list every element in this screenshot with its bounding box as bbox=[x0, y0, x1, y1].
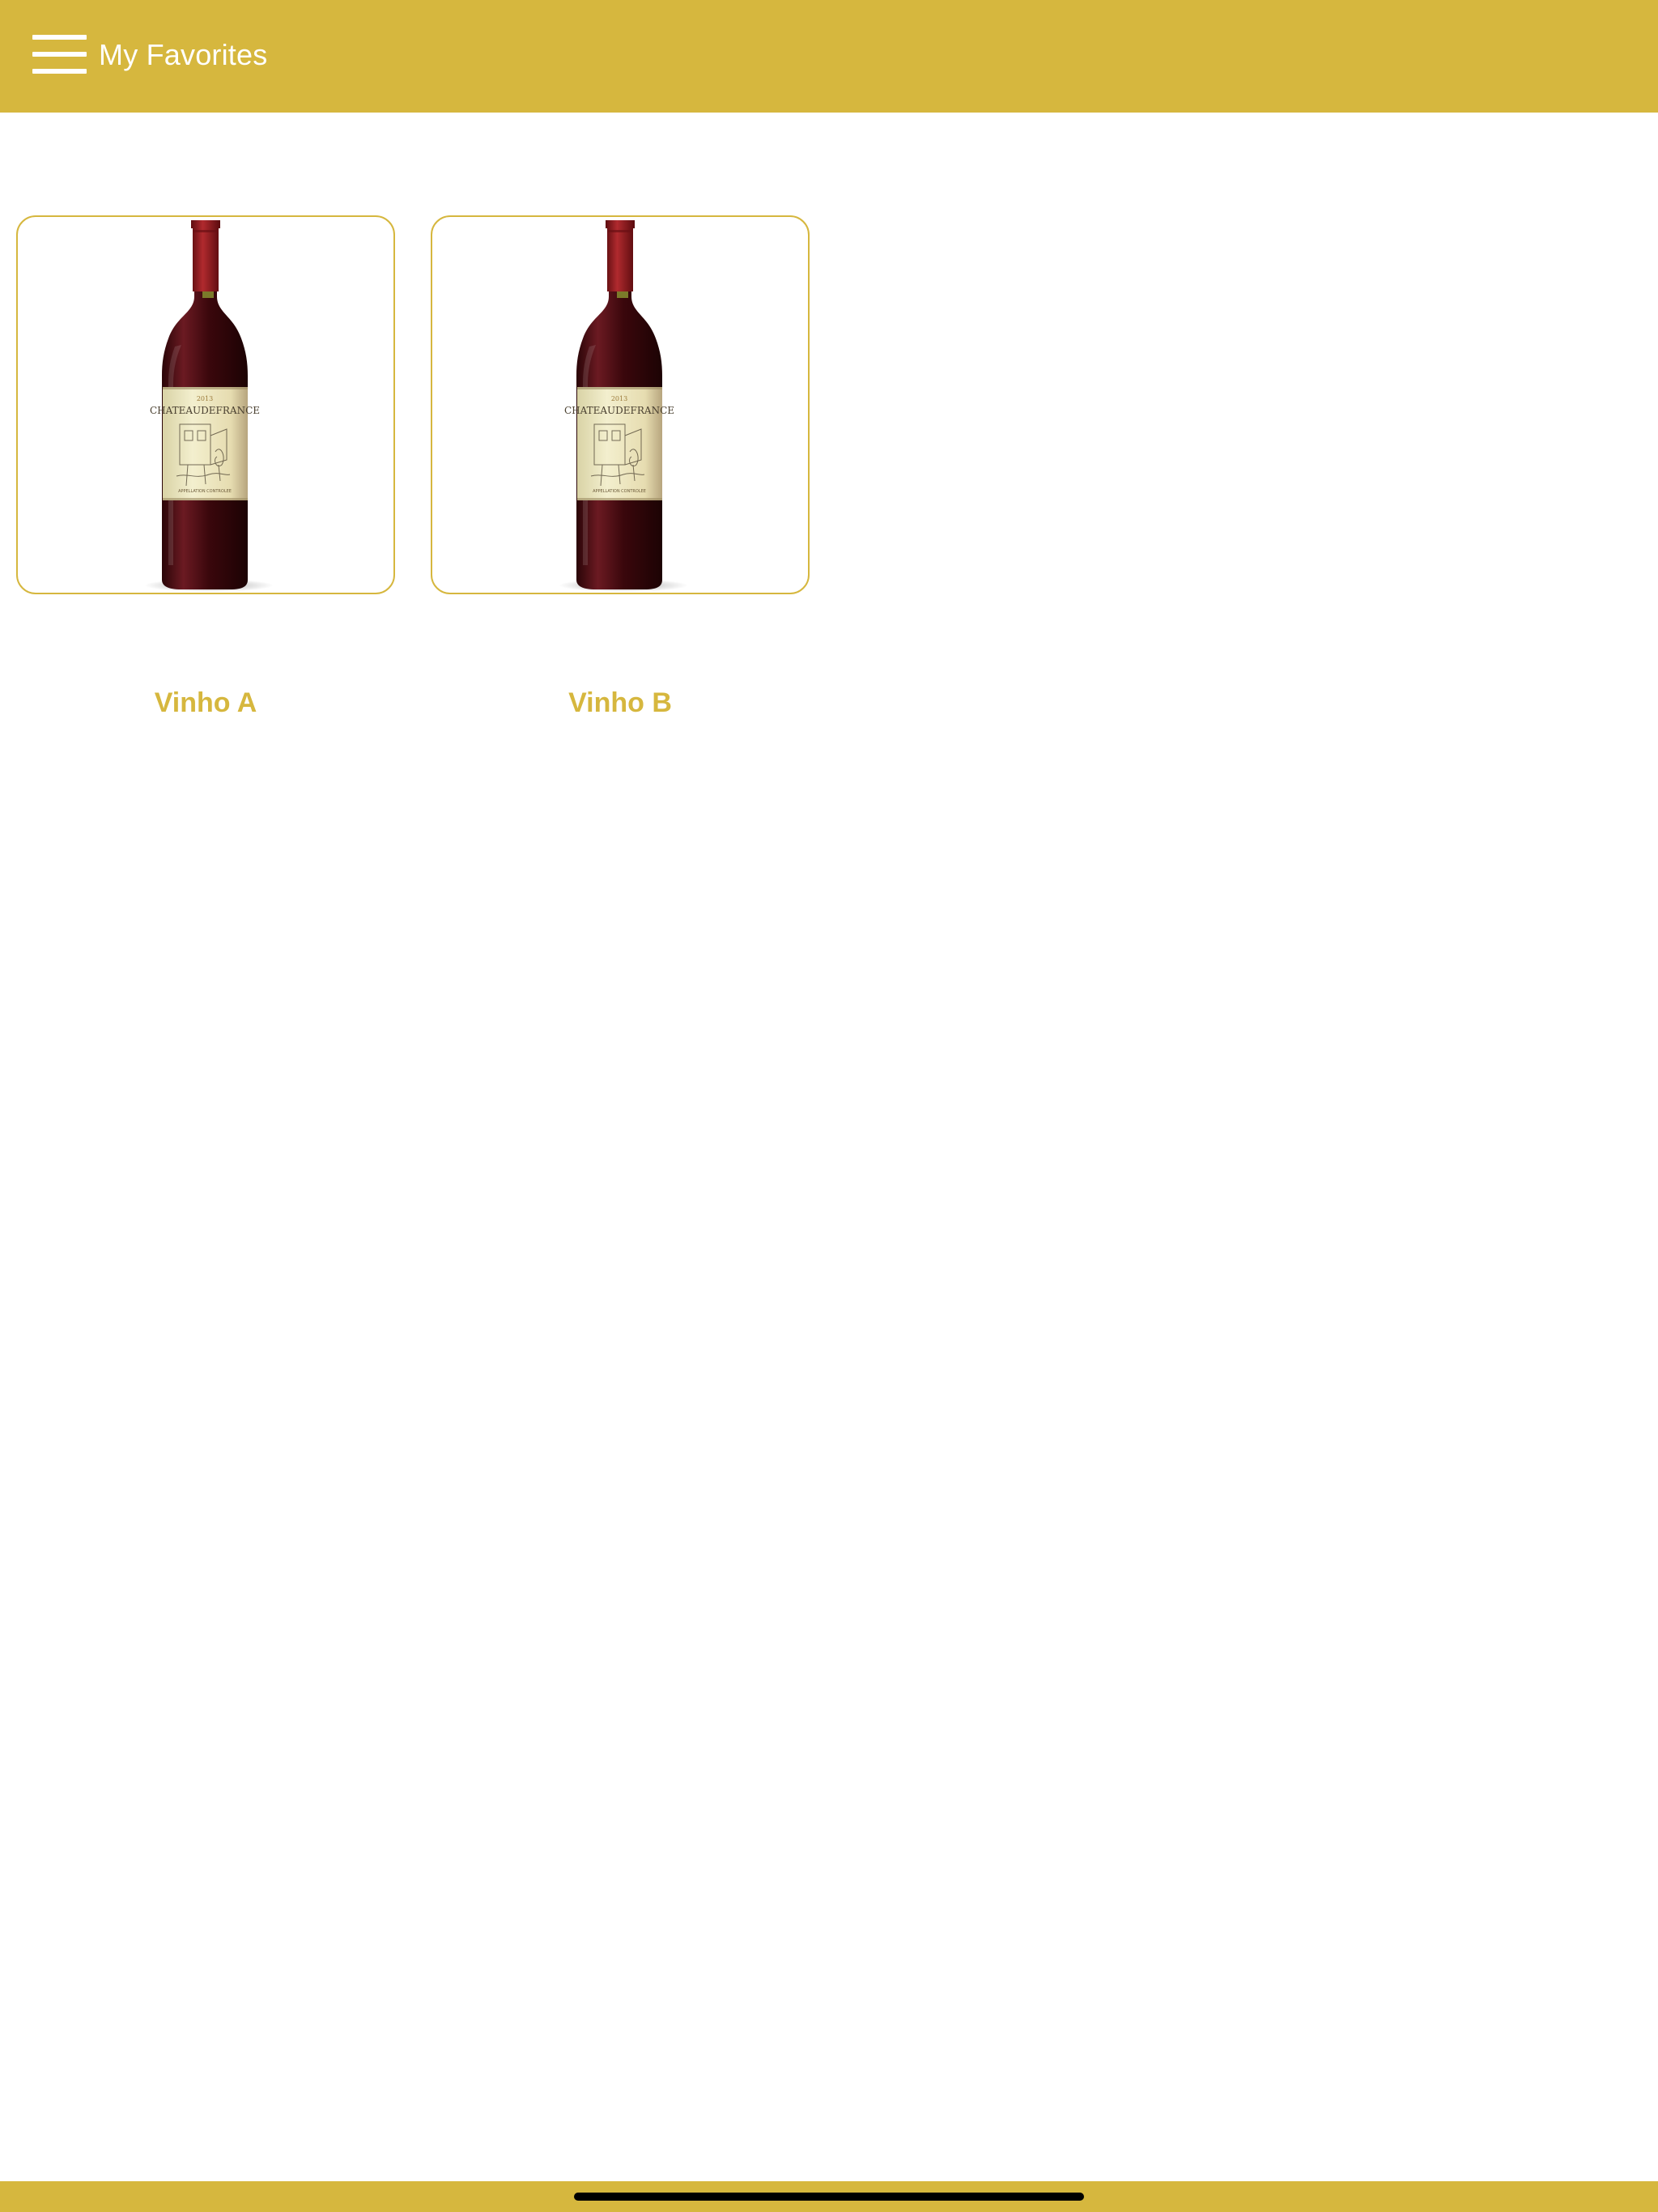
favorites-screen: My Favorites 2013 CHATEAUDEFRANCE APPELL… bbox=[0, 0, 1658, 2212]
svg-text:2013: 2013 bbox=[611, 395, 627, 402]
bottle-label-text: CHATEAUDEFRANCE bbox=[150, 405, 260, 416]
wine-bottle-image: 2013 CHATEAUDEFRANCE APPELLATION CONTROL… bbox=[144, 220, 274, 592]
bottle-label-text: CHATEAUDEFRANCE bbox=[564, 405, 674, 416]
favorite-card-vinho-b[interactable]: 2013 CHATEAUDEFRANCE APPELLATION CONTROL… bbox=[431, 215, 810, 594]
home-indicator[interactable] bbox=[574, 2193, 1084, 2201]
favorite-name-vinho-a[interactable]: Vinho A bbox=[16, 685, 395, 721]
svg-text:APPELLATION CONTROLEE: APPELLATION CONTROLEE bbox=[593, 489, 646, 494]
favorite-name-vinho-b[interactable]: Vinho B bbox=[431, 685, 810, 721]
wine-bottle-image: 2013 CHATEAUDEFRANCE APPELLATION CONTROL… bbox=[559, 220, 688, 592]
svg-text:2013: 2013 bbox=[197, 395, 213, 402]
favorite-card-vinho-a[interactable]: 2013 CHATEAUDEFRANCE APPELLATION CONTROL… bbox=[16, 215, 395, 594]
hamburger-menu-icon[interactable] bbox=[28, 32, 87, 76]
app-header: My Favorites bbox=[0, 0, 1658, 113]
page-title: My Favorites bbox=[99, 38, 268, 71]
bottom-bar bbox=[0, 2181, 1658, 2212]
svg-text:APPELLATION CONTROLEE: APPELLATION CONTROLEE bbox=[178, 489, 232, 494]
